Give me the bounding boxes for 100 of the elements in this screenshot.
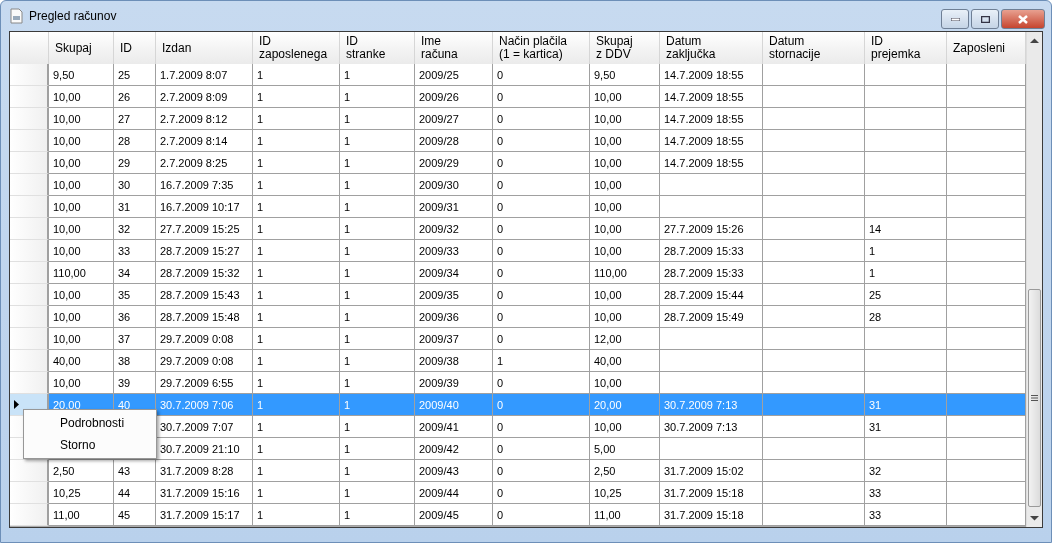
table-cell: 0 (493, 482, 590, 504)
table-cell: 11,00 (590, 504, 660, 526)
table-cell: 20,00 (590, 394, 660, 416)
table-cell: 0 (493, 460, 590, 482)
table-cell: 5,00 (590, 438, 660, 460)
table-cell: 26 (114, 86, 156, 108)
table-cell: 10,00 (49, 196, 114, 218)
table-cell: 1 (865, 262, 947, 284)
table-cell: 28.7.2009 15:32 (156, 262, 253, 284)
table-cell: 10,00 (590, 306, 660, 328)
table-cell: 30.7.2009 7:06 (156, 394, 253, 416)
grip-icon (1031, 394, 1038, 401)
table-cell: 38 (114, 350, 156, 372)
table-cell: 33 (865, 482, 947, 504)
table-cell: 14 (865, 218, 947, 240)
table-cell: 1 (253, 460, 340, 482)
table-cell: 0 (493, 328, 590, 350)
table-cell: 31.7.2009 15:16 (156, 482, 253, 504)
table-cell: 14.7.2009 18:55 (660, 64, 763, 86)
maximize-icon (980, 15, 990, 23)
table-cell: 29.7.2009 6:55 (156, 372, 253, 394)
menu-item[interactable]: Storno (26, 434, 154, 456)
table-cell: 31.7.2009 15:18 (660, 504, 763, 526)
table-cell: 10,00 (590, 372, 660, 394)
close-button[interactable] (1001, 9, 1045, 29)
table-cell: 28.7.2009 15:44 (660, 284, 763, 306)
table-cell: 1 (340, 460, 415, 482)
table-cell: 10,00 (49, 372, 114, 394)
table-cell: 2009/35 (415, 284, 493, 306)
table-cell: 28.7.2009 15:48 (156, 306, 253, 328)
table-cell: 1 (340, 240, 415, 262)
table-cell: 10,25 (49, 482, 114, 504)
table-cell: 28.7.2009 15:33 (660, 262, 763, 284)
column-header[interactable]: Izdan (156, 32, 253, 65)
table-cell: 31.7.2009 15:18 (660, 482, 763, 504)
corner-header (10, 32, 49, 65)
table-cell: 34 (114, 262, 156, 284)
table-cell: 33 (114, 240, 156, 262)
table-cell: 2009/30 (415, 174, 493, 196)
column-header[interactable]: ID (114, 32, 156, 65)
table-cell: 2009/26 (415, 86, 493, 108)
table-cell: 0 (493, 152, 590, 174)
column-header[interactable]: Skupaj (49, 32, 114, 65)
column-header[interactable]: ID zaposlenega (253, 32, 340, 65)
table-cell: 1 (340, 482, 415, 504)
scroll-thumb[interactable] (1028, 288, 1041, 507)
table-cell: 30 (114, 174, 156, 196)
table-cell: 0 (493, 196, 590, 218)
maximize-button[interactable] (971, 9, 999, 29)
table-cell: 110,00 (49, 262, 114, 284)
table-cell: 25 (865, 284, 947, 306)
table-cell: 1 (340, 394, 415, 416)
column-header[interactable]: Datum stornacije (763, 32, 865, 65)
table-cell: 2009/32 (415, 218, 493, 240)
table-cell: 28 (865, 306, 947, 328)
table-cell: 2009/27 (415, 108, 493, 130)
table-cell: 10,00 (49, 284, 114, 306)
table-cell: 0 (493, 240, 590, 262)
table-cell: 0 (493, 306, 590, 328)
table-cell: 2009/29 (415, 152, 493, 174)
table-cell: 39 (114, 372, 156, 394)
table-cell: 1.7.2009 8:07 (156, 64, 253, 86)
table-cell: 14.7.2009 18:55 (660, 152, 763, 174)
table-cell: 10,00 (590, 152, 660, 174)
table-cell: 10,00 (49, 240, 114, 262)
table-cell: 2.7.2009 8:12 (156, 108, 253, 130)
column-header[interactable]: Ime računa (415, 32, 493, 65)
table-cell: 45 (114, 504, 156, 526)
table-cell: 10,00 (590, 86, 660, 108)
scroll-up-icon (1030, 38, 1039, 44)
table-cell: 0 (493, 504, 590, 526)
table-cell: 0 (493, 416, 590, 438)
table-cell: 1 (340, 196, 415, 218)
minimize-button[interactable] (941, 9, 969, 29)
scrollbar[interactable] (1026, 32, 1042, 527)
column-header[interactable]: Datum zaključka (660, 32, 763, 65)
table-cell: 31.7.2009 8:28 (156, 460, 253, 482)
table-cell: 2009/33 (415, 240, 493, 262)
column-header[interactable]: Način plačila (1 = kartica) (493, 32, 590, 65)
table-cell: 32 (114, 218, 156, 240)
table-cell: 37 (114, 328, 156, 350)
table-cell: 1 (340, 284, 415, 306)
table-cell: 1 (493, 350, 590, 372)
table-cell: 30.7.2009 7:13 (660, 416, 763, 438)
column-header[interactable]: ID prejemka (865, 32, 947, 65)
table-cell: 10,00 (49, 152, 114, 174)
table-cell: 1 (253, 86, 340, 108)
table-cell: 0 (493, 86, 590, 108)
table-cell: 10,00 (49, 174, 114, 196)
column-header[interactable]: Zaposleni (947, 32, 1026, 65)
table-cell: 2009/37 (415, 328, 493, 350)
table-cell: 1 (253, 306, 340, 328)
column-header[interactable]: Skupaj z DDV (590, 32, 660, 65)
table-cell: 10,00 (590, 174, 660, 196)
table-cell: 1 (340, 174, 415, 196)
column-header[interactable]: ID stranke (340, 32, 415, 65)
table-cell: 0 (493, 372, 590, 394)
table-cell: 10,00 (49, 328, 114, 350)
table-cell: 2.7.2009 8:09 (156, 86, 253, 108)
table-cell: 10,00 (49, 306, 114, 328)
